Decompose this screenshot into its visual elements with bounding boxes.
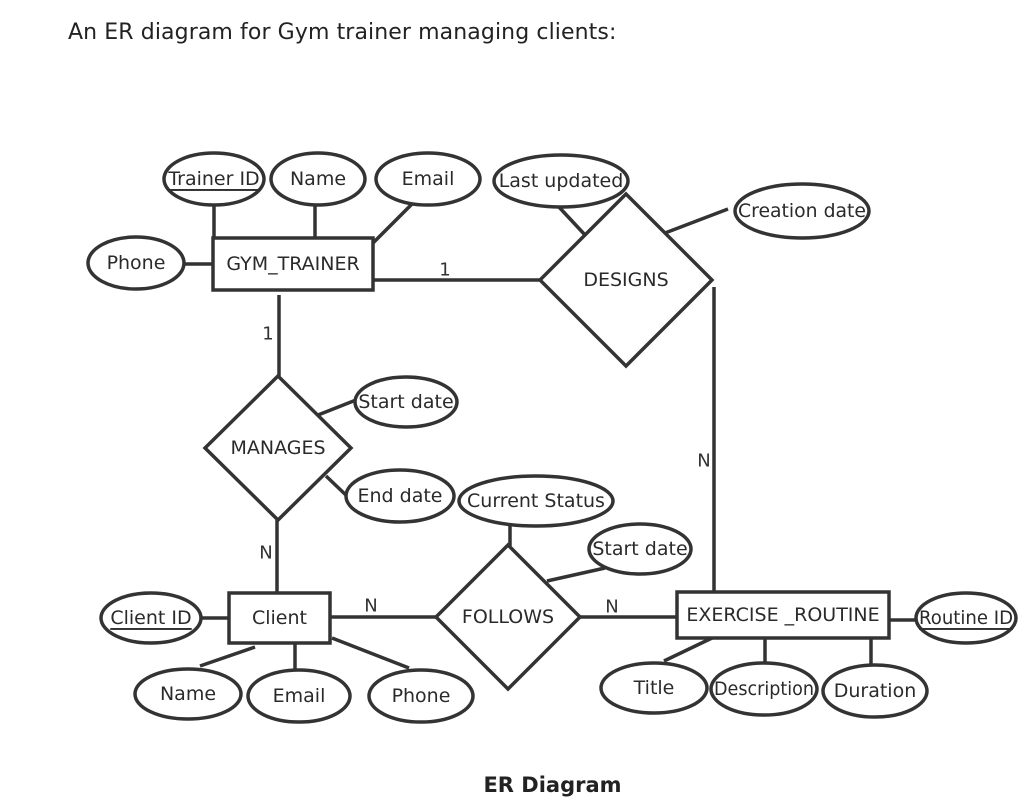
- relationship-follows: FOLLOWS: [433, 542, 583, 692]
- entity-label: GYM_TRAINER: [226, 253, 359, 275]
- attribute-trainer-name: Name: [269, 151, 367, 207]
- manages-cardinality-to: N: [259, 543, 272, 564]
- attribute-label: Last updated: [499, 170, 624, 192]
- attribute-manages-start-date: Start date: [353, 375, 459, 429]
- entity-label: EXERCISE _ROUTINE: [686, 604, 879, 626]
- key-attribute-label: Client ID: [110, 607, 191, 629]
- attribute-label: Phone: [392, 685, 451, 707]
- attribute-label: Email: [402, 168, 455, 190]
- attribute-routine-duration: Duration: [821, 663, 929, 719]
- attribute-follows-current-status: Current Status: [457, 474, 615, 528]
- attribute-label: End date: [358, 485, 443, 507]
- attribute-label: Name: [160, 683, 216, 705]
- attribute-routine-id: Routine ID: [914, 591, 1018, 645]
- attribute-trainer-email: Email: [374, 151, 482, 207]
- designs-cardinality-from: 1: [439, 260, 450, 281]
- entity-gym-trainer: GYM_TRAINER: [211, 236, 375, 292]
- attribute-label: Phone: [107, 252, 166, 274]
- attribute-manages-end-date: End date: [344, 468, 456, 524]
- relationship-label: DESIGNS: [583, 269, 668, 291]
- diagram-shapes: GYM_TRAINER Client EXERCISE _ROUTINE DESIGN…: [86, 151, 1018, 724]
- attribute-trainer-phone: Phone: [86, 235, 186, 291]
- attribute-client-name: Name: [133, 667, 243, 721]
- attribute-designs-last-updated: Last updated: [492, 153, 630, 209]
- routine_title-connector: [663, 636, 713, 663]
- attribute-label: Duration: [834, 680, 917, 702]
- attribute-label: Current Status: [467, 490, 605, 512]
- relationship-label: FOLLOWS: [462, 606, 554, 628]
- client_name-connector: [199, 645, 256, 668]
- follows-cardinality-from: N: [364, 596, 377, 617]
- attribute-client-email: Email: [246, 668, 352, 724]
- trainer_email-connector: [371, 202, 414, 245]
- entity-exercise-routine: EXERCISE _ROUTINE: [675, 590, 891, 640]
- attribute-follows-start-date: Start date: [587, 522, 693, 576]
- attribute-trainer-id: Trainer ID: [162, 151, 266, 207]
- key-attribute-label: Trainer ID: [167, 168, 259, 190]
- designs_creation_date-connector: [664, 207, 729, 235]
- manages-cardinality-from: 1: [262, 324, 273, 345]
- relationship-designs: DESIGNS: [537, 191, 715, 369]
- er-diagram: GYM_TRAINER Client EXERCISE _ROUTINE DESIGN…: [86, 151, 1018, 724]
- attribute-label: Email: [273, 685, 326, 707]
- follows_start_date-connector: [546, 566, 606, 583]
- relationship-manages: MANAGES: [202, 373, 354, 523]
- relationship-label: MANAGES: [230, 437, 325, 459]
- follows-cardinality-to: N: [605, 597, 618, 618]
- manages_start_date-connector: [317, 398, 357, 417]
- client_phone-connector: [331, 636, 410, 670]
- attribute-label: Start date: [592, 538, 687, 560]
- attribute-routine-title: Title: [599, 661, 709, 715]
- attribute-label: Creation date: [738, 200, 866, 222]
- attribute-routine-description: Description: [709, 661, 819, 717]
- attribute-client-phone: Phone: [367, 668, 475, 724]
- attribute-label: Start date: [358, 391, 453, 413]
- key-attribute-label: Routine ID: [919, 607, 1013, 629]
- figure-caption: ER Diagram: [483, 773, 622, 797]
- designs_last_updated-connector: [556, 204, 588, 238]
- attribute-label: Name: [290, 168, 346, 190]
- attribute-label: Description: [714, 678, 814, 700]
- attribute-label: Title: [633, 677, 675, 699]
- attribute-designs-creation-date: Creation date: [733, 182, 871, 240]
- attribute-client-id: Client ID: [99, 591, 203, 645]
- entity-client: Client: [227, 591, 332, 645]
- designs-cardinality-to: N: [697, 451, 710, 472]
- entity-label: Client: [252, 607, 307, 629]
